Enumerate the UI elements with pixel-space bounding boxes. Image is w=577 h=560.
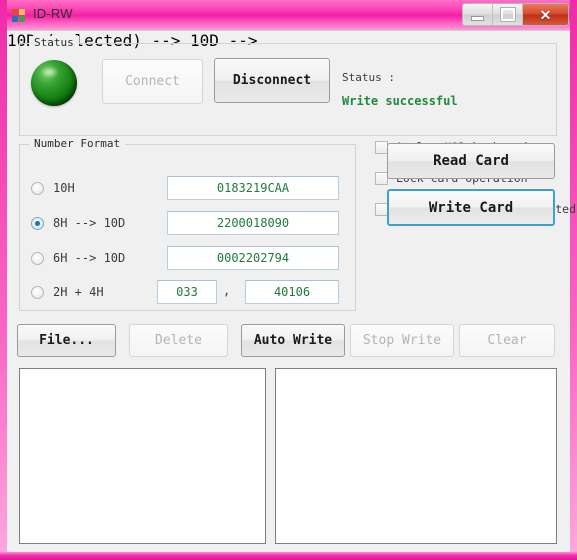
window-border-right [570, 0, 577, 560]
number-format-group-label: Number Format [29, 137, 126, 150]
write-card-button[interactable]: Write Card [387, 189, 555, 226]
app-icon [12, 9, 26, 23]
stop-write-button[interactable]: Stop Write [350, 324, 454, 357]
status-message: Write successful [342, 94, 458, 108]
status-label: Status : [342, 71, 395, 84]
delete-button[interactable]: Delete [129, 324, 228, 357]
radio-format-8h-10d-label: 8H --> 10D [53, 216, 126, 230]
radio-icon [31, 181, 44, 195]
radio-format-2h-4h-label: 2H + 4H [53, 285, 104, 299]
value-input-6h-10d[interactable]: 0002202794 [167, 246, 339, 270]
radio-icon [31, 216, 44, 230]
minimize-button[interactable] [463, 4, 493, 25]
connect-button[interactable]: Connect [102, 59, 203, 104]
radio-format-10h-label: 10H [53, 181, 75, 195]
minimize-icon [471, 15, 484, 21]
application-window: ID-RW ✕ Status Connect Disconnect Status… [0, 0, 577, 560]
title-bar[interactable]: ID-RW ✕ [0, 0, 577, 30]
radio-format-6h-10d-label: 6H --> 10D [53, 251, 126, 265]
value-input-4h[interactable]: 40106 [245, 280, 339, 304]
window-border-bottom [0, 552, 577, 560]
maximize-button[interactable] [493, 4, 523, 25]
radio-format-8h-10d[interactable]: 8H --> 10D [31, 214, 125, 232]
connection-led-indicator [31, 60, 77, 106]
radio-icon [31, 285, 44, 299]
close-icon: ✕ [539, 6, 552, 23]
radio-format-6h-10d[interactable]: 6H --> 10D [31, 249, 125, 267]
value-input-10h[interactable]: 0183219CAA [167, 176, 339, 200]
radio-format-10h[interactable]: 10H [31, 179, 75, 197]
radio-format-2h-4h[interactable]: 2H + 4H [31, 283, 104, 301]
window-title: ID-RW [33, 6, 73, 21]
output-list-right[interactable] [275, 368, 557, 544]
maximize-icon [499, 7, 516, 22]
auto-write-button[interactable]: Auto Write [241, 324, 345, 357]
value-input-8h-10d[interactable]: 2200018090 [167, 211, 339, 235]
clear-button[interactable]: Clear [459, 324, 555, 357]
value-input-2h[interactable]: 033 [157, 280, 217, 304]
file-button[interactable]: File... [17, 324, 116, 357]
read-card-button[interactable]: Read Card [387, 143, 555, 179]
window-controls: ✕ [462, 3, 569, 26]
disconnect-button[interactable]: Disconnect [214, 58, 330, 103]
window-border-left [0, 0, 7, 560]
status-group-label: Status [29, 36, 79, 49]
value-separator: , [223, 284, 231, 298]
client-area: Status Connect Disconnect Status : Write… [7, 30, 576, 552]
close-button[interactable]: ✕ [523, 4, 568, 25]
radio-icon [31, 251, 44, 265]
output-list-left[interactable] [19, 368, 266, 544]
